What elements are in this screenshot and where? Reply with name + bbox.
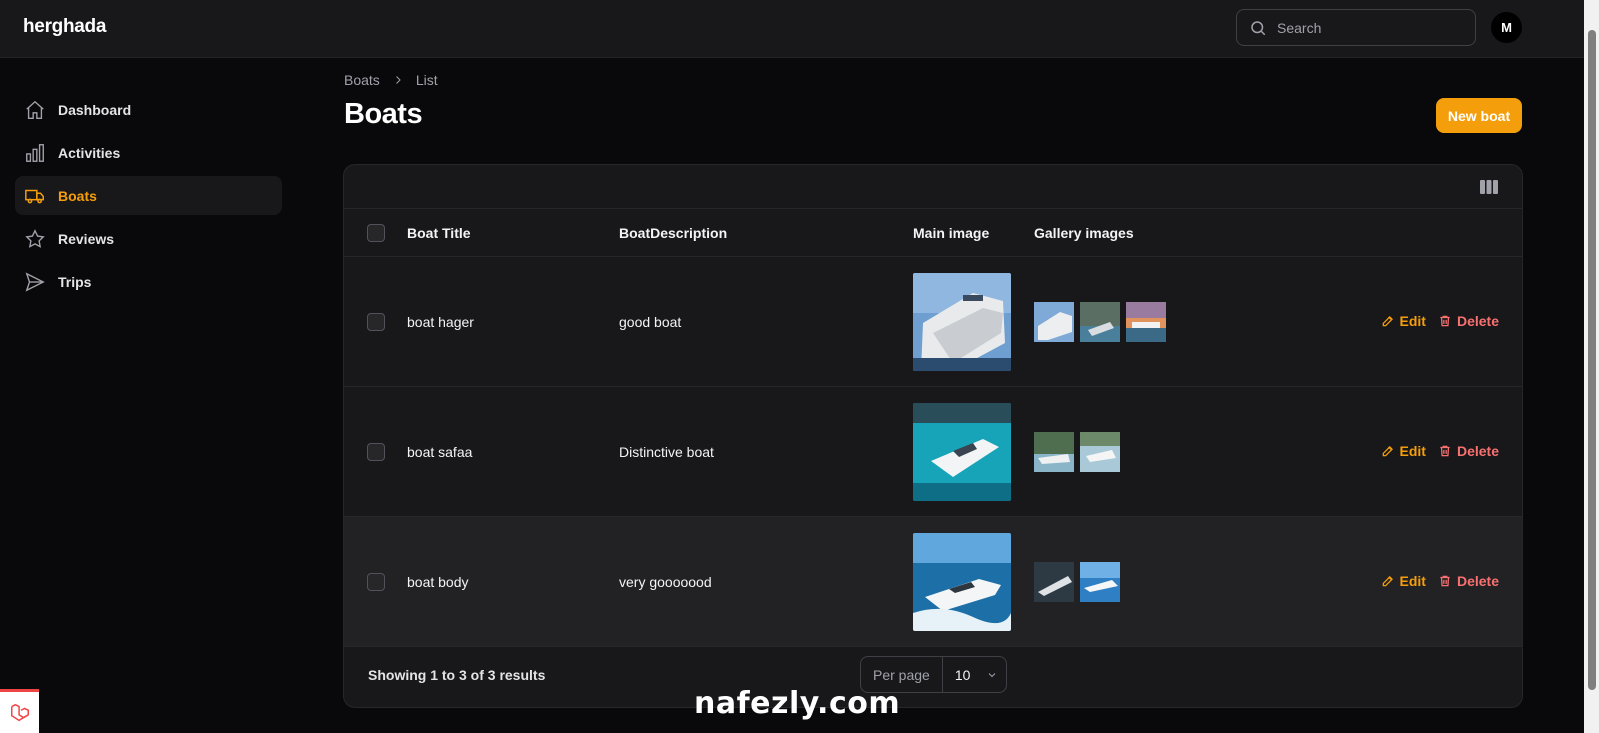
search-icon bbox=[1251, 20, 1266, 35]
table-header-row: Boat Title BoatDescription Main image Ga… bbox=[344, 209, 1522, 257]
delete-label: Delete bbox=[1456, 573, 1499, 589]
row-actions: Edit Delete bbox=[1381, 573, 1499, 589]
per-page-value-text: 10 bbox=[954, 666, 971, 683]
sidebar-item-boats[interactable]: Boats bbox=[15, 176, 282, 215]
delete-action[interactable]: Delete bbox=[1438, 573, 1499, 589]
delete-action[interactable]: Delete bbox=[1438, 443, 1499, 459]
boat-title-cell: boat body bbox=[407, 574, 469, 590]
scrollbar-thumb[interactable] bbox=[1588, 30, 1596, 690]
row-actions: Edit Delete bbox=[1381, 443, 1499, 459]
edit-icon bbox=[1382, 316, 1393, 327]
bar-chart-icon bbox=[26, 143, 44, 162]
row-checkbox[interactable] bbox=[367, 313, 385, 331]
chevron-down-icon bbox=[989, 672, 996, 677]
delete-label: Delete bbox=[1456, 443, 1499, 459]
per-page-label: Per page bbox=[861, 657, 943, 692]
gallery-images bbox=[1034, 302, 1166, 342]
gallery-thumbnail[interactable] bbox=[1034, 562, 1074, 602]
sidebar-item-label: Activities bbox=[58, 144, 121, 161]
row-actions: Edit Delete bbox=[1381, 313, 1499, 329]
boat-main-image bbox=[913, 273, 1011, 371]
laravel-debug-badge[interactable] bbox=[0, 689, 39, 733]
trash-icon bbox=[1440, 445, 1450, 457]
sidebar-item-trips[interactable]: Trips bbox=[15, 262, 282, 301]
gallery-thumbnail[interactable] bbox=[1126, 302, 1166, 342]
sidebar-item-activities[interactable]: Activities bbox=[15, 133, 282, 172]
edit-action[interactable]: Edit bbox=[1381, 313, 1426, 329]
gallery-images bbox=[1034, 432, 1120, 472]
row-checkbox[interactable] bbox=[367, 443, 385, 461]
new-boat-button[interactable]: New boat bbox=[1436, 98, 1522, 133]
laravel-icon bbox=[10, 703, 29, 721]
columns-toggle-icon[interactable] bbox=[1480, 179, 1498, 195]
boat-description-cell: good boat bbox=[619, 314, 682, 330]
boat-title-cell: boat safaa bbox=[407, 444, 473, 460]
results-summary: Showing 1 to 3 of 3 results bbox=[368, 667, 546, 683]
breadcrumb-current: List bbox=[415, 72, 438, 88]
brand-logo[interactable]: herghada bbox=[23, 16, 106, 38]
sidebar-item-dashboard[interactable]: Dashboard bbox=[15, 90, 282, 129]
boat-description-cell: very gooooood bbox=[619, 574, 712, 590]
boat-description-cell: Distinctive boat bbox=[619, 444, 714, 460]
home-icon bbox=[26, 100, 44, 119]
per-page-select[interactable]: Per page 10 bbox=[860, 656, 1007, 693]
edit-action[interactable]: Edit bbox=[1381, 573, 1426, 589]
breadcrumb-link-boats[interactable]: Boats bbox=[344, 72, 380, 88]
trash-icon bbox=[1440, 315, 1450, 327]
per-page-value[interactable]: 10 bbox=[943, 667, 999, 683]
trash-icon bbox=[1440, 575, 1450, 587]
column-header-gallery: Gallery images bbox=[1034, 225, 1134, 241]
gallery-thumbnail[interactable] bbox=[1080, 562, 1120, 602]
delete-action[interactable]: Delete bbox=[1438, 313, 1499, 329]
table-toolbar bbox=[344, 165, 1522, 209]
table-row[interactable]: boat hager good boat Edit Delete bbox=[344, 257, 1522, 387]
global-search[interactable] bbox=[1236, 9, 1476, 46]
gallery-thumbnail[interactable] bbox=[1080, 432, 1120, 472]
search-input[interactable] bbox=[1277, 19, 1467, 36]
table-row[interactable]: boat safaa Distinctive boat Edit Delete bbox=[344, 387, 1522, 517]
column-header-main-image: Main image bbox=[913, 225, 990, 241]
boats-table-card: Boat Title BoatDescription Main image Ga… bbox=[343, 164, 1523, 708]
select-all-checkbox[interactable] bbox=[367, 224, 385, 242]
sidebar-item-reviews[interactable]: Reviews bbox=[15, 219, 282, 258]
gallery-images bbox=[1034, 562, 1120, 602]
gallery-thumbnail[interactable] bbox=[1034, 432, 1074, 472]
edit-icon bbox=[1382, 576, 1393, 587]
paper-plane-icon bbox=[25, 271, 45, 292]
sidebar-item-label: Reviews bbox=[58, 230, 115, 247]
chevron-right-icon bbox=[392, 74, 404, 86]
page-scrollbar[interactable] bbox=[1584, 0, 1599, 733]
delete-label: Delete bbox=[1456, 313, 1499, 329]
boat-title-cell: boat hager bbox=[407, 314, 474, 330]
edit-label: Edit bbox=[1399, 443, 1426, 459]
breadcrumb: Boats List bbox=[344, 72, 438, 88]
truck-icon bbox=[25, 189, 44, 203]
edit-action[interactable]: Edit bbox=[1381, 443, 1426, 459]
table-footer: Showing 1 to 3 of 3 results Per page 10 bbox=[344, 646, 1522, 707]
column-header-description[interactable]: BoatDescription bbox=[619, 225, 727, 241]
row-checkbox[interactable] bbox=[367, 573, 385, 591]
page-title: Boats bbox=[344, 98, 423, 130]
star-icon bbox=[25, 228, 45, 248]
edit-label: Edit bbox=[1399, 313, 1426, 329]
boat-main-image bbox=[913, 533, 1011, 631]
edit-label: Edit bbox=[1399, 573, 1426, 589]
user-avatar[interactable]: M bbox=[1491, 12, 1522, 43]
gallery-thumbnail[interactable] bbox=[1080, 302, 1120, 342]
boat-main-image bbox=[913, 403, 1011, 501]
top-navbar: herghada M bbox=[0, 0, 1584, 58]
sidebar-item-label: Boats bbox=[58, 187, 97, 204]
sidebar-item-label: Trips bbox=[58, 273, 92, 290]
column-header-title[interactable]: Boat Title bbox=[407, 225, 471, 241]
sidebar: Dashboard Activities Boats Reviews Trips bbox=[0, 59, 300, 733]
table-row[interactable]: boat body very gooooood Edit Delete bbox=[344, 517, 1522, 647]
gallery-thumbnail[interactable] bbox=[1034, 302, 1074, 342]
sidebar-item-label: Dashboard bbox=[58, 101, 132, 118]
edit-icon bbox=[1382, 446, 1393, 457]
